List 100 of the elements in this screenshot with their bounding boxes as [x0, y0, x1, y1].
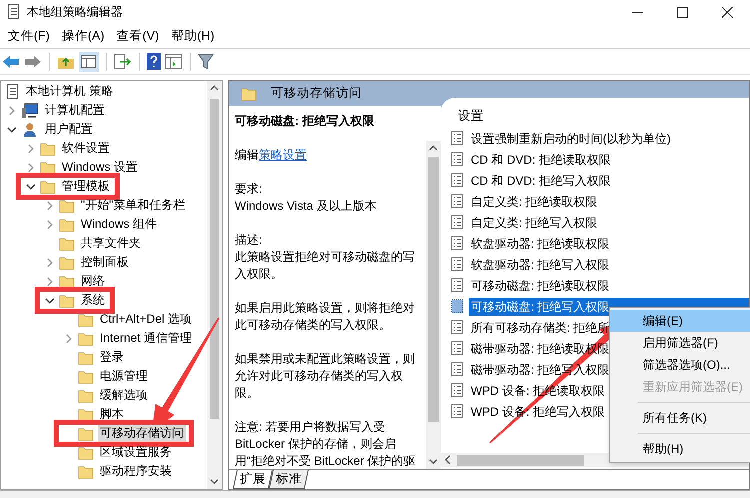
tree-item[interactable]: 计算机配置 — [43, 102, 107, 119]
policy-setting-icon — [451, 278, 464, 293]
tree-item[interactable]: 本地计算机 策略 — [24, 83, 116, 100]
menu-item[interactable]: 筛选器选项(O)... — [610, 354, 750, 376]
policy-setting-icon — [451, 236, 464, 251]
folder-icon — [78, 408, 94, 422]
tree-item[interactable]: 可移动存储访问 — [98, 425, 186, 442]
window-title: 本地组策略编辑器 — [27, 4, 123, 21]
forward-icon[interactable] — [24, 54, 42, 68]
policy-setting-icon — [451, 194, 464, 209]
folder-icon — [59, 218, 75, 232]
tree-item[interactable]: 电源管理 — [98, 368, 150, 385]
help-icon[interactable] — [147, 53, 161, 70]
tree-item[interactable]: Windows 设置 — [60, 159, 140, 176]
policy-setting-icon — [451, 320, 464, 335]
folder-icon — [78, 370, 94, 384]
folder-icon — [40, 142, 56, 156]
tree-item[interactable]: Ctrl+Alt+Del 选项 — [98, 311, 194, 328]
requirements-label: 要求: — [235, 181, 264, 198]
chevron-right-icon[interactable] — [45, 200, 55, 210]
policy-setting-icon — [451, 341, 464, 356]
menu-item[interactable]: 操作(A) — [56, 26, 111, 46]
menu-item[interactable]: 帮助(H) — [165, 26, 221, 46]
folder-icon — [40, 160, 56, 174]
folder-icon — [59, 274, 75, 288]
show-tree-icon[interactable] — [79, 52, 99, 72]
tree-item[interactable]: 缓解选项 — [98, 387, 150, 404]
folder-icon — [78, 426, 94, 440]
chevron-down-icon[interactable] — [45, 296, 55, 306]
setting-item[interactable]: 自定义类: 拒绝读取权限 — [469, 192, 749, 210]
menu-item[interactable]: 启用筛选器(F) — [610, 332, 750, 354]
header-title: 可移动存储访问 — [271, 85, 362, 102]
menu-item[interactable]: 查看(V) — [110, 26, 166, 46]
setting-item[interactable]: CD 和 DVD: 拒绝写入权限 — [469, 172, 749, 190]
chevron-right-icon[interactable] — [45, 258, 55, 268]
folder-icon — [78, 446, 94, 460]
maximize-icon — [677, 6, 688, 18]
tree-item[interactable]: 系统 — [79, 292, 107, 309]
tree-item[interactable]: Windows 组件 — [79, 216, 160, 233]
export-icon[interactable] — [114, 54, 132, 70]
policy-title: 可移动磁盘: 拒绝写入权限 — [235, 113, 376, 130]
setting-item[interactable]: 自定义类: 拒绝写入权限 — [469, 214, 749, 232]
menu-item[interactable]: 文件(F) — [2, 26, 56, 46]
chevron-right-icon[interactable] — [45, 276, 55, 286]
description-paragraph: 注意: 若要用户将数据写入受 BitLocker 保护的存储，则会启用“拒绝对不受 BitLocker 保护的驱 — [235, 419, 417, 469]
policy-setting-icon — [451, 152, 464, 167]
policy-setting-icon — [451, 215, 464, 230]
folder-icon — [59, 294, 75, 308]
setting-item[interactable]: CD 和 DVD: 拒绝读取权限 — [469, 150, 749, 168]
tree-item[interactable]: 软件设置 — [60, 140, 112, 157]
folder-icon — [78, 350, 94, 364]
setting-item[interactable]: 软盘驱动器: 拒绝读取权限 — [469, 234, 749, 252]
setting-item[interactable]: 软盘驱动器: 拒绝写入权限 — [469, 256, 749, 274]
tree-item[interactable]: 驱动程序安装 — [98, 463, 174, 480]
close-icon — [722, 6, 733, 18]
scrollbar[interactable] — [207, 81, 222, 489]
menu-item[interactable]: 帮助(H) — [610, 438, 750, 460]
tree-item[interactable]: 管理模板 — [60, 178, 112, 195]
description-label: 描述: — [235, 232, 264, 249]
computer-icon — [21, 102, 39, 118]
description-paragraph: 如果启用此策略设置，则将拒绝对此可移动存储类的写入权限。 — [235, 300, 416, 334]
chevron-right-icon[interactable] — [64, 334, 74, 344]
properties-icon[interactable] — [165, 54, 183, 70]
chevron-right-icon[interactable] — [45, 220, 55, 230]
policy-setting-icon — [451, 404, 464, 419]
policy-setting-icon — [451, 299, 464, 314]
requirements-text: Windows Vista 及以上版本 — [235, 198, 378, 215]
description-paragraph: 如果禁用或未配置此策略设置，则允许对此可移动存储类的写入权限。 — [235, 351, 416, 402]
tree-item[interactable]: 控制面板 — [79, 254, 131, 271]
chevron-down-icon[interactable] — [7, 124, 17, 134]
menu-item[interactable]: 编辑(E) — [610, 310, 750, 332]
tree-item[interactable]: 网络 — [79, 273, 107, 290]
folder-icon — [40, 180, 56, 194]
policy-setting-icon — [451, 362, 464, 377]
tree-item[interactable]: 脚本 — [98, 406, 126, 423]
tree-item[interactable]: 用户配置 — [43, 121, 95, 138]
view-tab[interactable]: 扩展 — [232, 470, 274, 489]
tree-item[interactable]: "开始"菜单和任务栏 — [79, 197, 188, 214]
chevron-right-icon[interactable] — [7, 106, 17, 116]
chevron-right-icon[interactable] — [26, 144, 36, 154]
column-header[interactable]: 设置 — [441, 98, 749, 128]
tree-item[interactable]: 区域设置服务 — [98, 444, 174, 461]
edit-label: 编辑 — [235, 148, 259, 162]
tree-item[interactable]: Internet 通信管理 — [98, 330, 194, 347]
tree-item[interactable]: 登录 — [98, 349, 126, 366]
policy-settings-link[interactable]: 策略设置 — [259, 148, 307, 162]
menu-item[interactable]: 所有任务(K) — [610, 407, 750, 429]
view-tab[interactable]: 标准 — [268, 470, 310, 489]
setting-item[interactable]: 可移动磁盘: 拒绝读取权限 — [469, 276, 749, 294]
policy-setting-icon — [451, 257, 464, 272]
tree-item[interactable]: 共享文件夹 — [79, 235, 143, 252]
folder-icon — [78, 464, 94, 478]
folder-icon — [78, 332, 94, 346]
setting-item[interactable]: 设置强制重新启动的时间(以秒为单位) — [469, 130, 749, 148]
chevron-down-icon[interactable] — [26, 182, 36, 192]
back-icon[interactable] — [2, 54, 20, 68]
folder-icon — [78, 388, 94, 402]
scrollbar[interactable] — [426, 141, 441, 469]
chevron-right-icon[interactable] — [26, 162, 36, 172]
filter-icon[interactable] — [198, 54, 214, 70]
